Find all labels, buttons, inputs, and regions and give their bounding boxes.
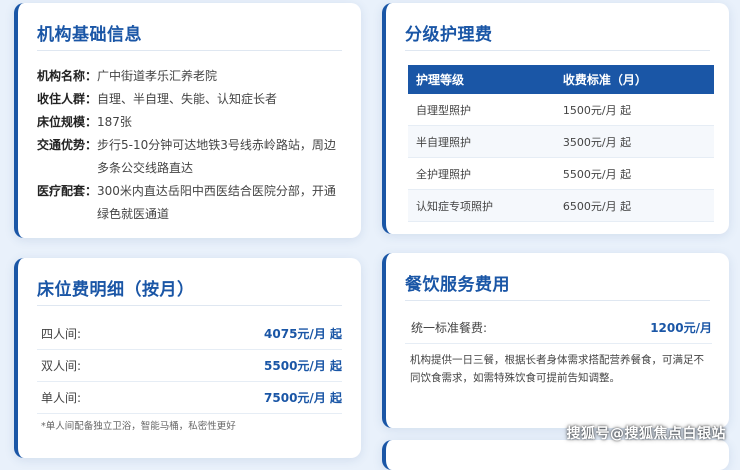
divider: [37, 50, 342, 51]
column-header-price: 收费标准（月）: [554, 65, 714, 94]
room-price: 4075元/月 起: [264, 327, 342, 341]
care-price: 1500元/月 起: [554, 94, 714, 126]
care-fees-table: 护理等级 收费标准（月） 自理型照护 1500元/月 起 半自理照护 3500元…: [408, 65, 714, 222]
room-type-label: 单人间:: [41, 391, 82, 405]
food-fee-label: 统一标准餐费:: [411, 321, 488, 335]
bed-fees-card: 床位费明细（按月） 四人间: 4075元/月 起 双人间: 5500元/月 起 …: [14, 258, 361, 458]
table-row: 认知症专项照护 6500元/月 起: [408, 189, 714, 222]
info-value: 300米内直达岳阳中西医结合医院分部，开通绿色就医通道: [97, 184, 336, 221]
info-key: 床位规模：: [37, 115, 98, 129]
care-price: 5500元/月 起: [554, 157, 714, 190]
table-row: 全护理照护 5500元/月 起: [408, 157, 714, 190]
divider: [405, 50, 710, 51]
info-value: 广中街道孝乐汇养老院: [97, 69, 218, 83]
food-fee-price: 1200元/月: [650, 321, 712, 335]
care-level: 认知症专项照护: [408, 189, 555, 222]
bed-fees-note: *单人间配备独立卫浴，智能马桶，私密性更好: [41, 421, 236, 432]
food-fees-title: 餐饮服务费用: [405, 275, 510, 295]
bed-fees-title: 床位费明细（按月）: [37, 280, 195, 300]
care-fees-title: 分级护理费: [405, 25, 493, 45]
info-value: 步行5-10分钟可达地铁3号线赤岭路站，周边多条公交线路直达: [97, 138, 336, 175]
watermark: 搜狐号@搜狐焦点白银站: [566, 426, 726, 442]
column-header-level: 护理等级: [408, 65, 555, 94]
info-row-medical: 医疗配套： 300米内直达岳阳中西医结合医院分部，开通绿色就医通道: [37, 180, 347, 226]
bed-fees-list: 四人间: 4075元/月 起 双人间: 5500元/月 起 单人间: 7500元…: [37, 318, 342, 414]
info-value: 自理、半自理、失能、认知症长者: [97, 92, 278, 106]
basic-info-title: 机构基础信息: [37, 25, 142, 45]
food-fee-row: 统一标准餐费: 1200元/月: [405, 312, 712, 344]
table-header-row: 护理等级 收费标准（月）: [408, 65, 714, 94]
info-row-beds: 床位规模： 187张: [37, 111, 347, 134]
care-price: 6500元/月 起: [554, 189, 714, 222]
next-card-partial: [382, 440, 729, 470]
info-key: 收住人群：: [37, 92, 98, 106]
basic-info-list: 机构名称： 广中街道孝乐汇养老院 收住人群： 自理、半自理、失能、认知症长者 床…: [37, 65, 347, 226]
food-fees-description: 机构提供一日三餐，根据长者身体需求搭配营养餐食，可满足不同饮食需求，如需特殊饮食…: [410, 354, 704, 384]
list-item: 双人间: 5500元/月 起: [37, 350, 342, 382]
food-fees-card: 餐饮服务费用 统一标准餐费: 1200元/月 机构提供一日三餐，根据长者身体需求…: [382, 253, 729, 428]
room-type-label: 四人间:: [41, 327, 82, 341]
info-row-name: 机构名称： 广中街道孝乐汇养老院: [37, 65, 347, 88]
list-item: 四人间: 4075元/月 起: [37, 318, 342, 350]
divider: [405, 300, 710, 301]
table-row: 半自理照护 3500元/月 起: [408, 125, 714, 158]
care-level: 全护理照护: [408, 157, 555, 190]
info-key: 机构名称：: [37, 69, 98, 83]
care-fees-card: 分级护理费 护理等级 收费标准（月） 自理型照护 1500元/月 起 半自理照护…: [382, 3, 729, 234]
room-type-label: 双人间:: [41, 359, 82, 373]
info-row-residents: 收住人群： 自理、半自理、失能、认知症长者: [37, 88, 347, 111]
list-item: 单人间: 7500元/月 起: [37, 382, 342, 414]
info-row-transport: 交通优势： 步行5-10分钟可达地铁3号线赤岭路站，周边多条公交线路直达: [37, 134, 347, 180]
info-key: 医疗配套：: [37, 184, 98, 198]
care-level: 自理型照护: [408, 94, 555, 126]
care-level: 半自理照护: [408, 125, 555, 158]
basic-info-card: 机构基础信息 机构名称： 广中街道孝乐汇养老院 收住人群： 自理、半自理、失能、…: [14, 3, 361, 238]
divider: [37, 305, 342, 306]
info-value: 187张: [97, 115, 132, 129]
table-row: 自理型照护 1500元/月 起: [408, 94, 714, 126]
room-price: 5500元/月 起: [264, 359, 342, 373]
care-price: 3500元/月 起: [554, 125, 714, 158]
info-key: 交通优势：: [37, 138, 98, 152]
room-price: 7500元/月 起: [264, 391, 342, 405]
